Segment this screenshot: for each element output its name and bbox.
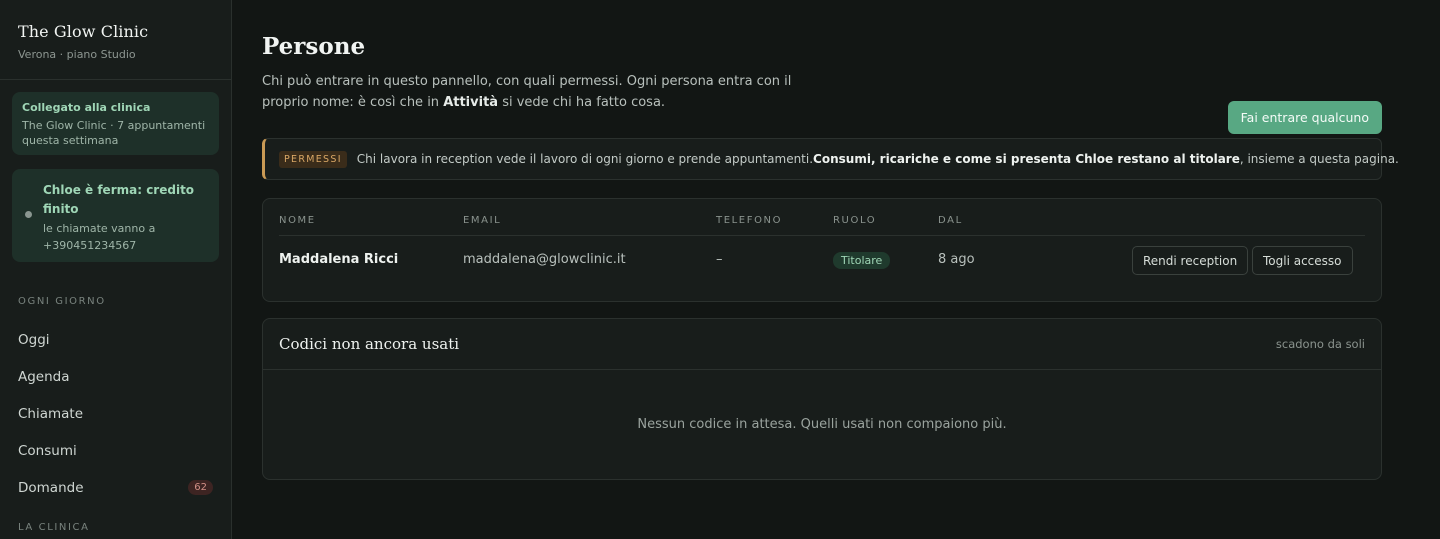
permissions-tag: PERMESSI <box>279 150 347 168</box>
brand: The Glow Clinic Verona · piano Studio <box>0 0 231 80</box>
person-name: Maddalena Ricci <box>279 252 399 267</box>
permissions-notice: PERMESSI Chi lavora in reception vede il… <box>262 138 1399 180</box>
sidebar-item-chiamate[interactable]: Chiamate <box>0 395 231 432</box>
chloe-status-card[interactable]: Chloe è ferma: credito finito le chiamat… <box>12 169 219 262</box>
chloe-status-title: Chloe è ferma: credito finito <box>43 183 195 216</box>
notice-text: Chi lavora in reception vede il lavoro d… <box>356 152 814 166</box>
intro-text-end: si vede chi ha fatto cosa. <box>498 95 666 110</box>
chloe-status-subtitle: le chiamate vanno a +390451234567 <box>43 222 156 252</box>
column-header-since: DAL <box>938 215 963 226</box>
sidebar-item-label: Agenda <box>18 368 70 385</box>
sidebar: The Glow Clinic Verona · piano Studio Co… <box>0 0 232 539</box>
make-reception-button[interactable]: Rendi reception <box>1132 246 1249 275</box>
clinic-linked-subtitle: The Glow Clinic · 7 appuntamenti questa … <box>22 119 206 147</box>
sidebar-item-label: Chiamate <box>18 405 84 422</box>
column-header-name: NOME <box>279 215 316 226</box>
column-header-phone: TELEFONO <box>716 215 783 226</box>
sidebar-item-label: Oggi <box>18 331 50 348</box>
unused-codes-card: Codici non ancora usati scadono da soli … <box>262 318 1382 480</box>
sidebar-item-agenda[interactable]: Agenda <box>0 358 231 395</box>
codes-header: Codici non ancora usati scadono da soli <box>263 319 1381 370</box>
people-table: NOME EMAIL TELEFONO RUOLO DAL Maddalena … <box>262 198 1382 302</box>
page-intro: Chi può entrare in questo pannello, con … <box>262 71 822 113</box>
person-since: 8 ago <box>938 252 975 267</box>
person-email: maddalena@glowclinic.it <box>463 252 626 267</box>
sidebar-item-consumi[interactable]: Consumi <box>0 432 231 469</box>
codes-empty-state: Nessun codice in attesa. Quelli usati no… <box>637 417 1007 432</box>
brand-name: The Glow Clinic <box>18 22 149 41</box>
intro-activity-link: Attività <box>443 95 499 110</box>
revoke-access-button[interactable]: Togli accesso <box>1252 246 1353 275</box>
clinic-linked-card: Collegato alla clinica The Glow Clinic ·… <box>12 92 219 155</box>
codes-title: Codici non ancora usati <box>279 335 460 353</box>
section-label-daily: OGNI GIORNO <box>18 296 106 307</box>
count-badge: 62 <box>188 480 213 495</box>
header-divider <box>279 235 1365 236</box>
section-label-clinic: LA CLINICA <box>18 522 90 533</box>
column-header-email: EMAIL <box>463 215 502 226</box>
clinic-linked-title: Collegato alla clinica <box>22 101 151 114</box>
sidebar-item-label: Domande <box>18 479 84 496</box>
notice-text-end: , insieme a questa pagina. <box>1239 152 1399 166</box>
codes-note: scadono da soli <box>1275 337 1365 351</box>
brand-subtitle: Verona · piano Studio <box>18 48 136 61</box>
sidebar-nav: Oggi Agenda Chiamate Consumi Domande 62 <box>0 321 231 506</box>
column-header-role: RUOLO <box>833 215 877 226</box>
page-title: Persone <box>262 33 366 60</box>
status-dot-icon <box>25 211 32 218</box>
notice-bold: Consumi, ricariche e come si presenta Ch… <box>813 152 1240 166</box>
person-phone: – <box>716 252 723 267</box>
sidebar-item-oggi[interactable]: Oggi <box>0 321 231 358</box>
sidebar-item-label: Consumi <box>18 442 77 459</box>
sidebar-item-domande[interactable]: Domande 62 <box>0 469 231 506</box>
invite-person-button[interactable]: Fai entrare qualcuno <box>1227 101 1382 134</box>
role-badge: Titolare <box>833 252 891 269</box>
